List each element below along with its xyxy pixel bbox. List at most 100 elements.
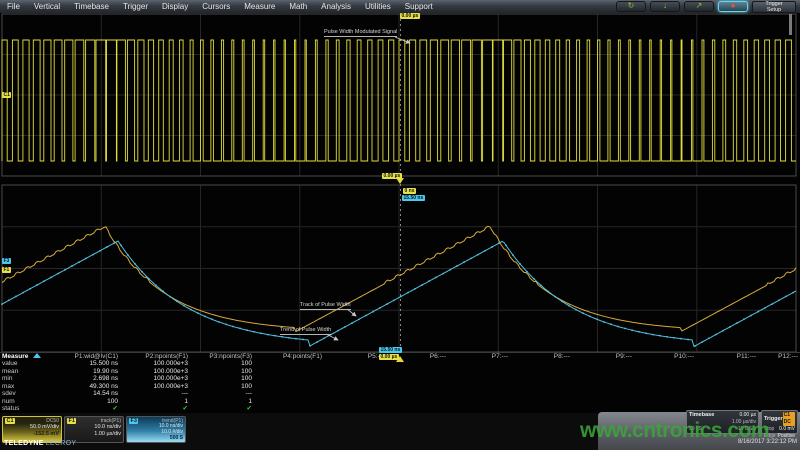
export-button[interactable]: ↗ bbox=[684, 1, 714, 12]
menu-item-support[interactable]: Support bbox=[398, 2, 440, 11]
cell-max: 100.000e+3 bbox=[120, 383, 190, 391]
cell-min: 100.000e+3 bbox=[120, 375, 190, 383]
f3-level-badge[interactable]: F3 bbox=[2, 258, 11, 264]
column-header: P2:npoints(F1) bbox=[120, 353, 190, 361]
menu-item-measure[interactable]: Measure bbox=[237, 2, 282, 11]
menu-item-file[interactable]: File bbox=[0, 2, 27, 11]
divider-f3-badge[interactable]: 15.50 ns bbox=[402, 195, 425, 201]
cell-sdev bbox=[448, 390, 510, 398]
cell-num bbox=[448, 398, 510, 406]
right-edge-scrollbar[interactable] bbox=[789, 14, 792, 35]
cell-max bbox=[324, 383, 386, 391]
menu-item-cursors[interactable]: Cursors bbox=[195, 2, 237, 11]
save-button[interactable]: ↓ bbox=[650, 1, 680, 12]
cell-min: 2.698 ns bbox=[58, 375, 120, 383]
divider-trigger-badge[interactable]: 0.00 µs bbox=[382, 173, 402, 179]
f1-chip: F1 bbox=[67, 418, 76, 424]
c1-level-badge[interactable]: C1 bbox=[2, 92, 11, 98]
cell-sdev: 14.54 ns bbox=[58, 390, 120, 398]
cell-num bbox=[758, 398, 800, 406]
brand-teledyne: TELEDYNE bbox=[4, 440, 44, 447]
refresh-button[interactable]: ↻ bbox=[616, 1, 646, 12]
watermark: www.cntronics.com bbox=[580, 419, 769, 443]
table-row: mean19.90 ns100.000e+3100 bbox=[0, 368, 800, 376]
bottom-f3-badge[interactable]: 15.50 ns bbox=[379, 347, 402, 353]
cell-status bbox=[510, 405, 572, 413]
menu-item-vertical[interactable]: Vertical bbox=[27, 2, 67, 11]
cell-sdev bbox=[634, 390, 696, 398]
cell-status: ✔ bbox=[120, 405, 190, 413]
cell-value: 100 bbox=[190, 360, 254, 368]
column-header: P1:wid@lv(C1) bbox=[58, 353, 120, 361]
cell-mean: 100 bbox=[190, 368, 254, 376]
cell-min bbox=[572, 375, 634, 383]
cell-max bbox=[448, 383, 510, 391]
column-header: P9:--- bbox=[572, 353, 634, 361]
trigger-level: 0.0 mV bbox=[779, 426, 795, 433]
arrow-up-right-icon: ↗ bbox=[685, 2, 713, 10]
menu-item-display[interactable]: Display bbox=[155, 2, 195, 11]
cell-max bbox=[634, 383, 696, 391]
cell-status: ✔ bbox=[58, 405, 120, 413]
cell-max bbox=[572, 383, 634, 391]
row-label: sdev bbox=[0, 390, 58, 398]
divider-f1-badge[interactable]: 0 ns bbox=[403, 188, 416, 194]
bottom-trigger-badge[interactable]: 0.00 µs bbox=[379, 354, 399, 360]
timebase-title: Timebase bbox=[689, 412, 714, 419]
cell-num: 1 bbox=[120, 398, 190, 406]
cell-value bbox=[448, 360, 510, 368]
c1-descriptor-box[interactable]: C1 DC50 50.0 mV/div -152.5 mV bbox=[2, 416, 62, 443]
trigger-time-badge[interactable]: 0.00 µs bbox=[400, 13, 420, 19]
f1-descriptor-box[interactable]: F1 track(P1) 10.0 ns/div 1.00 µs/div bbox=[64, 416, 124, 443]
f1-level-badge[interactable]: F1 bbox=[2, 267, 11, 273]
row-label: value bbox=[0, 360, 58, 368]
f1-vdiv: 10.0 ns/div bbox=[67, 424, 121, 431]
cell-value bbox=[324, 360, 386, 368]
cell-sdev bbox=[696, 390, 758, 398]
trigger-setup-line2: Setup bbox=[767, 7, 781, 13]
trigger-setup-button[interactable]: Trigger Setup bbox=[752, 1, 796, 13]
oscilloscope-app: FileVerticalTimebaseTriggerDisplayCursor… bbox=[0, 0, 800, 450]
table-row: sdev14.54 ns------ bbox=[0, 390, 800, 398]
cell-value bbox=[758, 360, 800, 368]
menu-item-math[interactable]: Math bbox=[282, 2, 314, 11]
f3-descriptor-box[interactable]: F3 trend(P1) 10.0 ns/div 10.0 #/div 500 … bbox=[126, 416, 186, 443]
cell-min bbox=[758, 375, 800, 383]
cell-num bbox=[386, 398, 448, 406]
menu-item-timebase[interactable]: Timebase bbox=[67, 2, 116, 11]
download-arrow-icon: ↓ bbox=[651, 2, 679, 10]
cell-sdev bbox=[386, 390, 448, 398]
menu-items: FileVerticalTimebaseTriggerDisplayCursor… bbox=[0, 2, 440, 11]
cell-value bbox=[254, 360, 324, 368]
pwm-waveform bbox=[2, 40, 796, 161]
column-header: P4:points(F1) bbox=[254, 353, 324, 361]
cell-mean bbox=[448, 368, 510, 376]
cell-mean bbox=[572, 368, 634, 376]
cell-num: 100 bbox=[58, 398, 120, 406]
timebase-delay: 0.00 µs bbox=[739, 412, 756, 419]
cell-num bbox=[572, 398, 634, 406]
menu-item-utilities[interactable]: Utilities bbox=[358, 2, 398, 11]
pwm-annotation: Pulse Width Modulated Signal bbox=[324, 29, 397, 37]
cell-min: 100 bbox=[190, 375, 254, 383]
menu-item-trigger[interactable]: Trigger bbox=[116, 2, 155, 11]
record-button[interactable]: ● bbox=[718, 1, 748, 12]
menu-item-analysis[interactable]: Analysis bbox=[314, 2, 358, 11]
cell-sdev bbox=[758, 390, 800, 398]
cell-status bbox=[324, 405, 386, 413]
cell-max: 49.300 ns bbox=[58, 383, 120, 391]
cell-value bbox=[510, 360, 572, 368]
row-label: max bbox=[0, 383, 58, 391]
cell-sdev bbox=[510, 390, 572, 398]
cell-status: ✔ bbox=[190, 405, 254, 413]
cell-min bbox=[254, 375, 324, 383]
cell-sdev bbox=[572, 390, 634, 398]
table-row: MeasureP1:wid@lv(C1)P2:npoints(F1)P3:npo… bbox=[0, 353, 800, 361]
cell-value: 100.000e+3 bbox=[120, 360, 190, 368]
table-row: num10011 bbox=[0, 398, 800, 406]
row-label: Measure bbox=[0, 353, 58, 361]
row-label: status bbox=[0, 405, 58, 413]
c1-chip: C1 bbox=[5, 418, 15, 424]
f3-samples: 500 S bbox=[129, 436, 183, 442]
column-header: P7:--- bbox=[448, 353, 510, 361]
